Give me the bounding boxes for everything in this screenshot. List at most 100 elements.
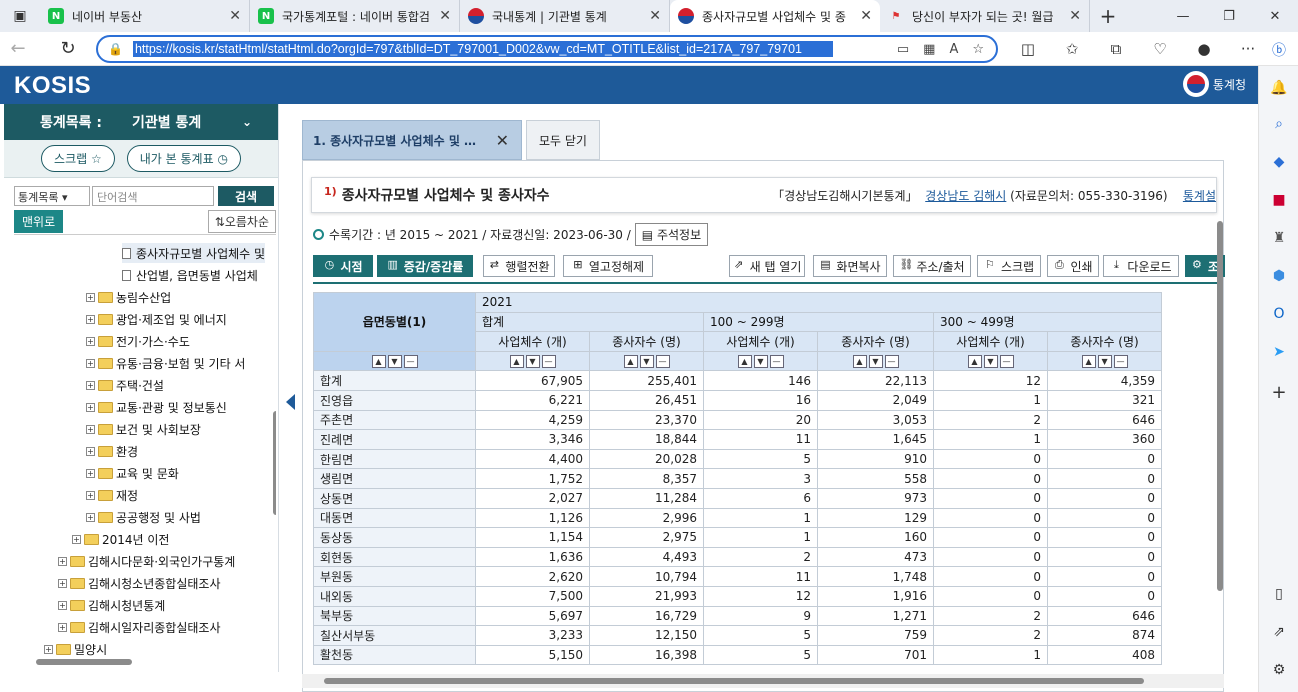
microsoft365-icon[interactable]: ⬢ <box>1269 266 1289 286</box>
tree-item[interactable]: + 김해시다문화·외국인가구통계 <box>58 551 235 571</box>
table-hscroll-thumb[interactable] <box>324 678 1144 684</box>
restore-icon[interactable]: ❐ <box>1206 0 1252 32</box>
expand-icon[interactable]: + <box>86 358 95 368</box>
table-tab[interactable]: 1. 종사자규모별 사업체수 및 … ✕ <box>302 120 522 160</box>
tab-close-icon[interactable]: ✕ <box>649 8 661 24</box>
hide-column-icon[interactable]: — <box>1113 355 1128 369</box>
expand-icon[interactable]: + <box>58 600 67 610</box>
tree-item[interactable]: + 교육 및 문화 <box>86 463 179 483</box>
print-button[interactable]: ⎙ 인쇄 <box>1047 255 1099 277</box>
tree-item[interactable]: + 전기·가스·수도 <box>86 331 190 351</box>
tree-item[interactable]: 종사자규모별 사업체수 및 <box>122 243 266 263</box>
external-link-icon[interactable]: ⇗ <box>1269 622 1289 642</box>
expand-icon[interactable]: + <box>86 446 95 456</box>
expand-icon[interactable]: + <box>58 578 67 588</box>
more-menu-icon[interactable]: ··· <box>1228 40 1268 58</box>
favorites-icon[interactable]: ✩ <box>1052 40 1092 58</box>
tab-close-icon[interactable]: ✕ <box>860 8 872 24</box>
bing-copilot-icon[interactable]: ⓑ <box>1269 40 1289 60</box>
close-all-button[interactable]: 모두 닫기 <box>526 120 600 160</box>
scrap-bookmark-button[interactable]: ⚐ 스크랩 <box>977 255 1041 277</box>
bell-icon[interactable]: 🔔 <box>1269 78 1289 98</box>
transpose-button[interactable]: ⇄ 행렬전환 <box>483 255 555 277</box>
browser-tab[interactable]: N 국가통계포털 : 네이버 통합검 ✕ <box>250 0 460 32</box>
sort-ascending-icon[interactable]: ▲ <box>737 355 752 369</box>
expand-icon[interactable]: + <box>72 534 81 544</box>
go-top-button[interactable]: 맨위로 <box>14 210 64 233</box>
expand-icon[interactable]: + <box>86 380 95 390</box>
address-source-button[interactable]: ⛓ 주소/출처 <box>893 255 971 277</box>
tree-item[interactable]: + 주택·건설 <box>86 375 164 395</box>
qr-icon[interactable]: ▦ <box>923 42 935 57</box>
expand-icon[interactable]: + <box>86 424 95 434</box>
sort-button[interactable]: ⇅오름차순 <box>207 210 276 233</box>
tab-close-icon[interactable]: ✕ <box>439 8 451 24</box>
sort-ascending-icon[interactable]: ▲ <box>509 355 524 369</box>
tree-horizontal-scrollbar[interactable] <box>14 656 272 668</box>
timepoint-button[interactable]: ◷ 시점 <box>313 255 373 277</box>
tree-item[interactable]: + 광업·제조업 및 에너지 <box>86 309 227 329</box>
shopping-tag-icon[interactable]: ◆ <box>1269 152 1289 172</box>
tree-item[interactable]: + 유통·금융·보험 및 기타 서 <box>86 353 245 373</box>
app-available-icon[interactable]: ▭ <box>897 42 909 57</box>
chevron-down-icon[interactable]: ⌄ <box>242 115 252 129</box>
tab-close-icon[interactable]: ✕ <box>1069 8 1081 24</box>
stat-description-link[interactable]: 통계설 <box>1183 189 1216 203</box>
expand-icon[interactable]: + <box>58 622 67 632</box>
expand-icon[interactable]: + <box>86 512 95 522</box>
sort-ascending-icon[interactable]: ▲ <box>623 355 638 369</box>
new-tab-open-button[interactable]: ⇗ 새 탭 열기 <box>729 255 805 277</box>
expand-icon[interactable]: + <box>86 314 95 324</box>
read-aloud-icon[interactable]: A <box>949 42 958 57</box>
sort-ascending-icon[interactable]: ▲ <box>852 355 867 369</box>
performance-icon[interactable]: ♡ <box>1140 40 1180 58</box>
table-vertical-scrollbar[interactable] <box>1215 221 1225 691</box>
tree-vertical-scrollbar[interactable] <box>272 235 276 656</box>
scrap-button[interactable]: 스크랩 ☆ <box>41 145 115 172</box>
tree-item[interactable]: 산업별, 읍면동별 사업체 <box>122 265 258 285</box>
hide-column-icon[interactable]: — <box>769 355 784 369</box>
expand-icon[interactable]: + <box>58 556 67 566</box>
hide-column-icon[interactable]: — <box>541 355 556 369</box>
tree-item[interactable]: + 김해시청소년종합실태조사 <box>58 573 220 593</box>
download-button[interactable]: ⤓ 다운로드 <box>1103 255 1179 277</box>
sort-ascending-icon[interactable]: ▲ <box>1081 355 1096 369</box>
expand-icon[interactable]: + <box>86 336 95 346</box>
stat-list-header[interactable]: 통계목록 : 기관별 통계 ⌄ <box>4 104 278 140</box>
change-rate-button[interactable]: ▥ 증감/증감률 <box>377 255 473 277</box>
table-vscroll-thumb[interactable] <box>1217 221 1223 591</box>
tools-icon[interactable]: ■ <box>1269 190 1289 210</box>
search-input[interactable]: 단어검색 <box>92 186 214 206</box>
refresh-icon[interactable]: ↻ <box>50 32 86 66</box>
url-box[interactable]: 🔒 https://kosis.kr/statHtml/statHtml.do?… <box>96 35 998 63</box>
sort-descending-icon[interactable]: ▼ <box>525 355 540 369</box>
tree-item[interactable]: + 보건 및 사회보장 <box>86 419 201 439</box>
send-icon[interactable]: ➤ <box>1269 342 1289 362</box>
sort-ascending-icon[interactable]: ▲ <box>967 355 982 369</box>
source-org-link[interactable]: 경상남도 김해시 <box>925 189 1006 203</box>
expand-icon[interactable]: + <box>86 490 95 500</box>
expand-icon[interactable]: + <box>86 402 95 412</box>
sort-descending-icon[interactable]: ▼ <box>753 355 768 369</box>
unfreeze-columns-button[interactable]: ⊞ 열고정해제 <box>563 255 653 277</box>
split-screen-icon[interactable]: ◫ <box>1008 40 1048 58</box>
outlook-icon[interactable]: O <box>1269 304 1289 324</box>
expand-icon[interactable]: + <box>86 468 95 478</box>
search-scope-select[interactable]: 통계목록 ▾ <box>14 186 90 206</box>
sort-ascending-icon[interactable]: ▲ <box>371 355 386 369</box>
sort-descending-icon[interactable]: ▼ <box>1097 355 1112 369</box>
tree-item[interactable]: + 재정 <box>86 485 138 505</box>
kosis-logo[interactable]: KOSIS <box>14 72 91 100</box>
hide-column-icon[interactable]: — <box>403 355 418 369</box>
hide-column-icon[interactable]: — <box>655 355 670 369</box>
table-horizontal-scrollbar[interactable] <box>302 674 1224 688</box>
expand-icon[interactable]: + <box>44 644 53 654</box>
tree-item[interactable]: + 농림수산업 <box>86 287 171 307</box>
tree-item[interactable]: + 교통·관광 및 정보통신 <box>86 397 227 417</box>
favorite-star-icon[interactable]: ☆ <box>972 42 984 57</box>
tab-actions-icon[interactable]: ▣ <box>0 0 40 32</box>
browser-tab[interactable]: ⚑ 당신이 부자가 되는 곳! 월급 ✕ <box>880 0 1090 32</box>
tree-item[interactable]: + 밀양시 <box>44 639 107 656</box>
collections-icon[interactable]: ⧉ <box>1096 40 1136 58</box>
sort-descending-icon[interactable]: ▼ <box>639 355 654 369</box>
